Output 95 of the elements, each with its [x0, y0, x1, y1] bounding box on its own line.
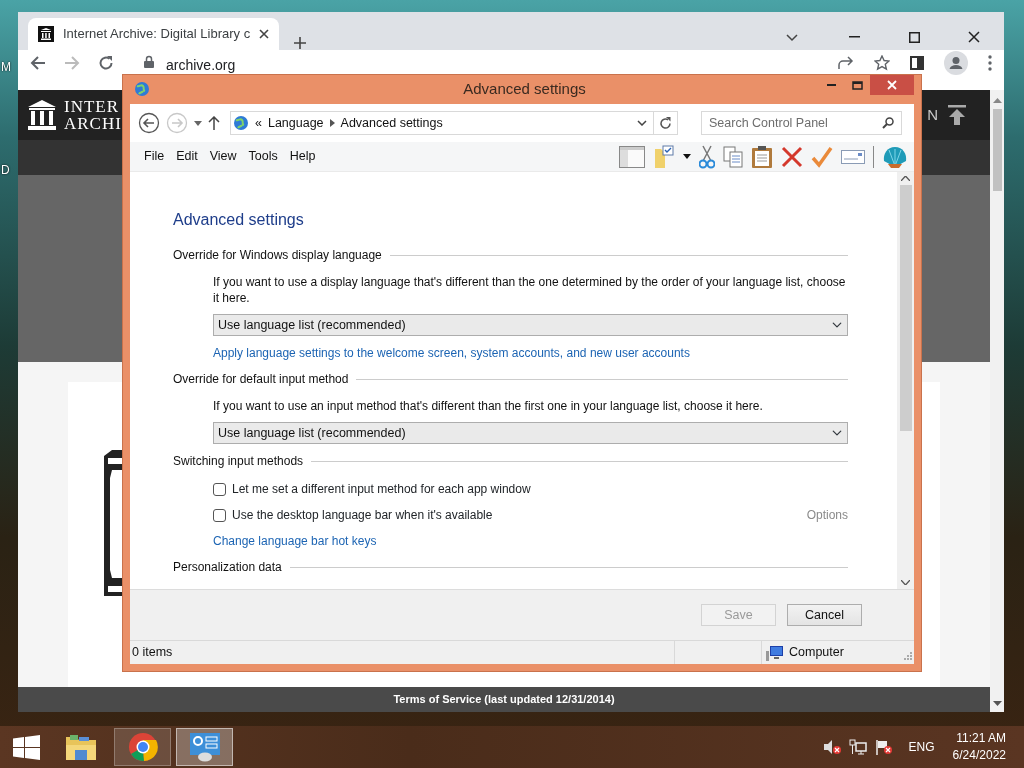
back-icon[interactable] — [138, 112, 160, 134]
copy-icon[interactable] — [723, 145, 743, 168]
control-panel-icon — [188, 732, 221, 762]
sidebar-icon[interactable] — [910, 56, 924, 70]
clock-date[interactable]: 6/24/2022 — [952, 747, 1006, 764]
start-icon[interactable] — [12, 734, 40, 760]
chevron-right-icon[interactable] — [329, 119, 335, 127]
logo-text[interactable]: INTER — [64, 98, 122, 115]
shell-icon[interactable] — [882, 144, 908, 169]
clock-time[interactable]: 11:21 AM — [952, 730, 1006, 747]
maximize-icon — [851, 80, 863, 90]
section-title: Personalization data — [173, 559, 282, 576]
link[interactable]: Change language bar hot keys — [213, 532, 377, 550]
menu-item[interactable]: File — [138, 147, 171, 166]
description-text: If you want to use an input method that's different than the first one in your language list, choose it here. — [213, 398, 764, 414]
scrollbar-thumb[interactable] — [992, 109, 1002, 191]
item-count: 0 items — [132, 644, 173, 662]
menu-icon[interactable] — [988, 55, 992, 71]
section-title: Switching input methods — [173, 453, 304, 470]
close-button[interactable] — [870, 75, 914, 95]
checkbox-label[interactable]: Use the desktop language bar when it's available — [232, 506, 493, 524]
upload-icon[interactable] — [948, 105, 966, 125]
dropdown[interactable]: Use language list (recommended) — [213, 422, 848, 444]
header-text[interactable]: N — [927, 103, 938, 127]
address-text[interactable]: archive.org — [166, 55, 236, 76]
scroll-down-icon[interactable] — [992, 701, 1002, 706]
scissors-icon[interactable] — [699, 144, 715, 169]
taskbar-button[interactable] — [114, 728, 171, 766]
close-icon — [887, 80, 897, 90]
zone-text: Computer — [789, 644, 844, 662]
reload-icon[interactable] — [98, 55, 114, 71]
layout-icon[interactable] — [619, 145, 645, 168]
cancel-button[interactable]: Cancel — [787, 604, 862, 626]
section-title: Override for Windows display language — [173, 247, 382, 264]
lock-icon — [144, 55, 154, 68]
scrollbar[interactable] — [990, 90, 1004, 712]
archive-logo-icon[interactable] — [28, 100, 56, 130]
breadcrumb-overflow[interactable]: « — [255, 113, 262, 133]
globe-icon — [134, 81, 151, 98]
computer-icon — [766, 644, 784, 661]
menu-item[interactable]: Tools — [242, 147, 284, 166]
scroll-up-icon[interactable] — [901, 176, 910, 181]
archive-logo-icon — [38, 26, 54, 42]
dropdown[interactable]: Use language list (recommended) — [213, 314, 848, 336]
close-icon[interactable] — [259, 29, 270, 39]
plus-icon[interactable] — [293, 36, 308, 50]
search-field[interactable]: Search Control Panel — [701, 111, 902, 135]
desktop-icon-label[interactable]: M — [1, 60, 11, 74]
footer-text[interactable]: Terms of Service (last updated 12/31/2014) — [18, 687, 990, 712]
card-icon[interactable] — [841, 147, 865, 166]
search-icon[interactable] — [882, 117, 894, 129]
chevron-down-icon[interactable] — [637, 120, 647, 126]
refresh-button[interactable] — [654, 111, 678, 135]
checkbox-label[interactable]: Let me set a different input method for each app window — [232, 480, 531, 498]
window-title: Advanced settings — [462, 79, 587, 100]
back-icon[interactable] — [30, 55, 46, 71]
breadcrumb-item[interactable]: Language — [267, 113, 324, 133]
avatar-icon[interactable] — [944, 51, 968, 75]
clipboard-icon[interactable] — [751, 144, 773, 169]
menu-item[interactable]: Edit — [170, 147, 204, 166]
section-title: Override for default input method — [173, 371, 349, 388]
link[interactable]: Apply language settings to the welcome screen, system accounts, and new user accounts — [213, 344, 690, 362]
description-text: If you want to use a display language that's different than the one determined by the order of your language list, choose it here. — [213, 274, 847, 306]
language-indicator[interactable]: ENG — [908, 738, 935, 756]
taskbar-button[interactable] — [176, 728, 233, 766]
scroll-up-icon[interactable] — [992, 98, 1002, 103]
refresh-icon — [659, 116, 672, 130]
minimize-icon — [826, 84, 836, 86]
browser-icon — [127, 732, 158, 762]
checkbox[interactable] — [213, 508, 226, 522]
share-icon[interactable] — [838, 56, 854, 70]
scroll-down-icon[interactable] — [901, 580, 910, 585]
scrollbar-thumb[interactable] — [899, 185, 912, 431]
cross-icon[interactable] — [781, 145, 803, 168]
speaker-icon[interactable] — [822, 739, 841, 755]
page-heading: Advanced settings — [173, 210, 305, 230]
menu-item[interactable]: Help — [283, 147, 322, 166]
folder-icon — [64, 733, 97, 761]
tab-title: Internet Archive: Digital Library c — [63, 25, 251, 44]
menu-item[interactable]: View — [203, 147, 243, 166]
globe-icon — [233, 115, 249, 131]
flag-icon[interactable] — [874, 739, 893, 755]
browser-tab[interactable]: Internet Archive: Digital Library c — [28, 18, 280, 50]
desktop-icon-label[interactable]: D — [1, 163, 10, 177]
breadcrumb-item[interactable]: Advanced settings — [340, 113, 443, 133]
checkmark-icon[interactable] — [811, 145, 833, 168]
up-arrow-icon[interactable] — [208, 116, 220, 130]
scrollbar[interactable] — [897, 172, 914, 589]
caret-icon[interactable] — [683, 154, 691, 159]
logo-text[interactable]: ARCHI — [64, 115, 122, 132]
checkbox[interactable] — [213, 482, 226, 496]
star-icon[interactable] — [874, 55, 890, 71]
address-bar[interactable]: « Language Advanced settings — [230, 111, 654, 135]
resize-grip-icon[interactable] — [903, 650, 912, 660]
network-icon[interactable] — [848, 739, 867, 755]
